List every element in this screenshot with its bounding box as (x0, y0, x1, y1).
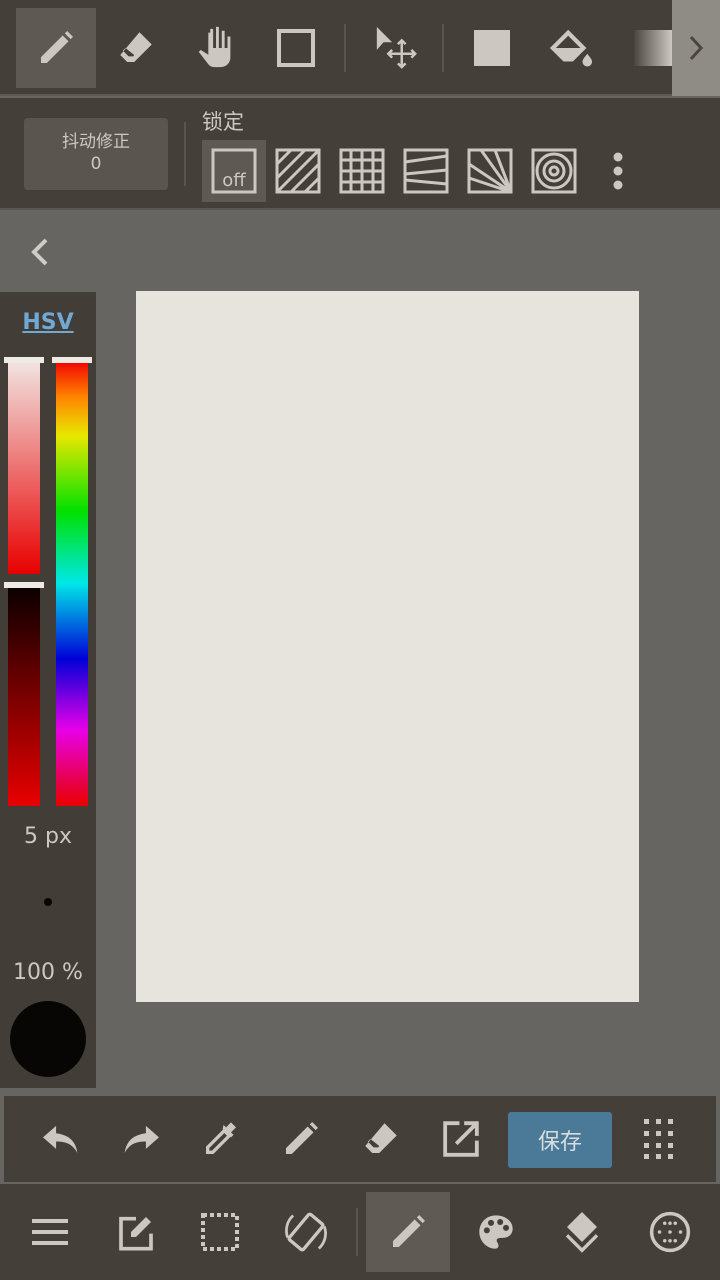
select-move-tool[interactable] (356, 8, 436, 88)
lock-label: 锁定 (202, 110, 244, 134)
menu-icon (32, 1219, 68, 1245)
hue-handle[interactable] (52, 357, 92, 363)
concentric-icon (531, 148, 577, 194)
selection-button[interactable] (178, 1192, 262, 1272)
collapse-panel-button[interactable] (24, 232, 56, 272)
palette-button[interactable] (454, 1192, 538, 1272)
svg-text:off: off (222, 170, 246, 191)
value-handle[interactable] (4, 582, 44, 588)
rectangle-icon (277, 29, 315, 67)
eyedropper-icon (206, 1122, 236, 1154)
redo-icon (124, 1125, 159, 1153)
brush-nav-button[interactable] (366, 1192, 450, 1272)
sub-toolbar: 抖动修正 0 锁定 off (0, 98, 720, 210)
pencil-icon (41, 31, 73, 63)
layers-button[interactable] (540, 1192, 624, 1272)
bottom-nav (0, 1184, 720, 1280)
pencil-icon (286, 1122, 318, 1154)
shape-tool[interactable] (256, 8, 336, 88)
menu-button[interactable] (8, 1192, 92, 1272)
hue-slider[interactable] (56, 360, 88, 806)
grid-dots-icon (644, 1119, 673, 1159)
eraser-icon (120, 32, 152, 62)
brush-size[interactable]: 5 px (0, 824, 96, 849)
value-slider[interactable] (8, 586, 40, 806)
paint-bucket-icon (549, 29, 593, 67)
more-tools-button[interactable] (672, 0, 720, 96)
undo-icon (43, 1125, 78, 1153)
eraser-icon (365, 1123, 397, 1153)
lock-off[interactable]: off (202, 140, 266, 202)
fill-color-tool[interactable] (452, 8, 532, 88)
perspective-icon (403, 148, 449, 194)
dotted-selection-icon (201, 1213, 239, 1251)
hand-tool[interactable] (176, 8, 256, 88)
save-button[interactable]: 保存 (508, 1112, 612, 1168)
action-bar: 保存 (4, 1096, 716, 1182)
palette-icon (479, 1215, 513, 1249)
hand-icon (198, 26, 231, 68)
apps-grid-button[interactable] (626, 1106, 692, 1172)
top-toolbar (0, 0, 720, 96)
eraser-shortcut-button[interactable] (348, 1106, 414, 1172)
pencil-icon (393, 1215, 425, 1247)
gradient-icon (634, 30, 672, 66)
lock-radial[interactable] (458, 140, 522, 202)
share-button[interactable] (428, 1106, 494, 1172)
filled-square-icon (474, 30, 510, 66)
brush-size-preview (44, 898, 52, 906)
brush-shortcut-button[interactable] (268, 1106, 334, 1172)
layers-icon (565, 1212, 599, 1253)
bucket-tool[interactable] (532, 8, 612, 88)
lock-grid[interactable] (330, 140, 394, 202)
rotate-canvas-button[interactable] (264, 1192, 348, 1272)
materials-button[interactable] (628, 1192, 712, 1272)
undo-button[interactable] (28, 1106, 94, 1172)
color-panel: HSV 5 px 100 % (0, 292, 96, 1088)
saturation-slider[interactable] (8, 360, 40, 574)
external-link-icon (443, 1121, 479, 1157)
lock-concentric[interactable] (522, 140, 586, 202)
edit-button[interactable] (94, 1192, 178, 1272)
redo-button[interactable] (108, 1106, 174, 1172)
eraser-tool[interactable] (96, 8, 176, 88)
stabilizer-button[interactable]: 抖动修正 0 (24, 118, 168, 190)
materials-icon (649, 1211, 691, 1253)
select-move-icon (376, 26, 417, 69)
parallel-lines-icon (275, 148, 321, 194)
rotate-icon (285, 1212, 327, 1252)
chevron-right-icon (689, 35, 704, 61)
chevron-left-icon (31, 238, 48, 266)
lock-parallel[interactable] (266, 140, 330, 202)
eyedropper-button[interactable] (188, 1106, 254, 1172)
stabilizer-value: 0 (90, 154, 102, 174)
grid-icon (339, 148, 385, 194)
current-color-swatch[interactable] (10, 1001, 86, 1077)
brush-tool[interactable] (16, 8, 96, 88)
brush-opacity[interactable]: 100 % (0, 960, 96, 985)
canvas[interactable] (136, 291, 639, 1002)
radial-lines-icon (467, 148, 513, 194)
stabilizer-label: 抖动修正 (62, 132, 130, 152)
edit-icon (119, 1216, 153, 1251)
more-vertical-icon (613, 152, 623, 190)
lock-more-button[interactable] (586, 140, 650, 202)
saturation-handle[interactable] (4, 357, 44, 363)
lock-perspective[interactable] (394, 140, 458, 202)
color-mode-toggle[interactable]: HSV (0, 310, 96, 335)
lock-off-icon: off (211, 148, 257, 194)
